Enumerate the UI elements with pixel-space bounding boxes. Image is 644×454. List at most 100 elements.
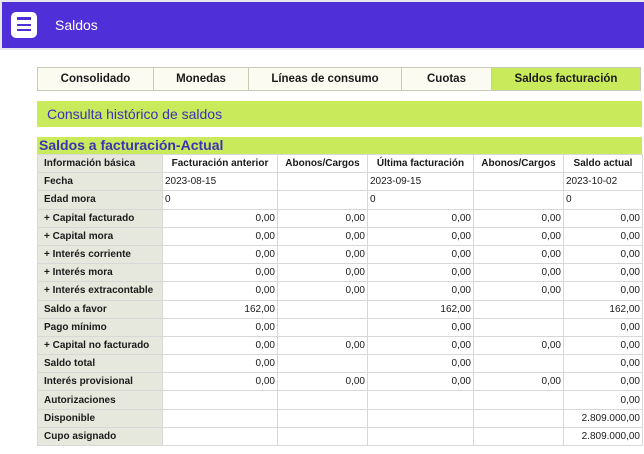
row-label: Autorizaciones xyxy=(37,390,163,410)
table-cell: 0,00 xyxy=(367,244,474,265)
table-cell: 0,00 xyxy=(563,208,643,228)
table-cell: 0,00 xyxy=(563,372,643,392)
table-cell: 0,00 xyxy=(367,263,474,283)
table-cell: 0,00 xyxy=(563,281,643,301)
menu-icon[interactable] xyxy=(11,12,37,38)
table-row: + Capital no facturado 0,00 0,00 0,00 0,00 0,… xyxy=(37,335,643,356)
table-cell: 0,00 xyxy=(162,244,278,265)
row-label: Disponible xyxy=(37,408,163,428)
table-cell: 0,00 xyxy=(162,226,278,246)
table-cell: 0,00 xyxy=(563,354,643,374)
table-cell: 0 xyxy=(162,190,278,210)
row-label: + Capital facturado xyxy=(37,208,163,228)
row-label: Saldo total xyxy=(37,354,163,374)
row-label: + Capital mora xyxy=(37,226,163,246)
table-cell: 0,00 xyxy=(563,317,643,337)
balances-table: Información básica Facturación anterior … xyxy=(37,153,643,447)
table-header-row: Información básica Facturación anterior … xyxy=(37,153,643,174)
table-cell: 0,00 xyxy=(367,335,474,356)
table-cell xyxy=(473,408,564,428)
table-row: + Capital mora 0,00 0,00 0,00 0,00 0,00 xyxy=(37,226,643,246)
table-row: Interés provisional 0,00 0,00 0,00 0,00 0,00 xyxy=(37,372,643,392)
table-cell xyxy=(277,354,368,374)
table-cell: 0,00 xyxy=(367,208,474,228)
table-cell: 0,00 xyxy=(277,208,368,228)
table-cell: 0,00 xyxy=(473,281,564,301)
table-cell: 0,00 xyxy=(563,390,643,410)
table-cell: 0,00 xyxy=(367,281,474,301)
table-cell: 0,00 xyxy=(563,244,643,265)
table-cell: 2023-10-02 xyxy=(563,172,643,192)
row-label: Interés provisional xyxy=(37,372,163,392)
table-cell: 0,00 xyxy=(162,372,278,392)
menu-icon-line xyxy=(17,24,31,26)
table-cell: 162,00 xyxy=(367,299,474,319)
row-label: Edad mora xyxy=(37,190,163,210)
menu-icon-line xyxy=(17,29,31,31)
tab-cuotas[interactable]: Cuotas xyxy=(401,67,491,91)
table-cell xyxy=(277,172,368,192)
table-cell xyxy=(473,317,564,337)
table-cell xyxy=(162,390,278,410)
table-row: + Interés corriente 0,00 0,00 0,00 0,00 0,00 xyxy=(37,244,643,265)
table-cell xyxy=(473,299,564,319)
table-cell xyxy=(473,172,564,192)
table-cell: 162,00 xyxy=(563,299,643,319)
row-label: + Interés corriente xyxy=(37,244,163,265)
table-cell xyxy=(162,426,278,447)
column-header: Saldo actual xyxy=(563,153,643,174)
column-header: Facturación anterior xyxy=(162,153,278,174)
column-header: Información básica xyxy=(37,153,163,174)
table-row: Autorizaciones 0,00 xyxy=(37,390,643,410)
table-row: Saldo a favor 162,00 162,00 162,00 xyxy=(37,299,643,319)
table-cell: 0,00 xyxy=(277,281,368,301)
row-label: + Interés mora xyxy=(37,263,163,283)
table-cell: 0,00 xyxy=(367,317,474,337)
table-cell: 0 xyxy=(367,190,474,210)
table-title: Saldos a facturación-Actual xyxy=(37,137,642,154)
app-header-bar: Saldos xyxy=(2,2,644,48)
table-cell: 0,00 xyxy=(563,335,643,356)
row-label: Fecha xyxy=(37,172,163,192)
tab-saldos-facturacion[interactable]: Saldos facturación xyxy=(491,67,641,91)
table-cell xyxy=(277,299,368,319)
page-title: Saldos xyxy=(55,17,98,33)
table-cell xyxy=(473,426,564,447)
table-row: Saldo total 0,00 0,00 0,00 xyxy=(37,354,643,374)
menu-icon-line xyxy=(17,17,31,20)
tab-consolidado[interactable]: Consolidado xyxy=(37,67,153,91)
table-row: + Capital facturado 0,00 0,00 0,00 0,00 0,00 xyxy=(37,208,643,228)
column-header: Abonos/Cargos xyxy=(277,153,368,174)
row-label: Pago mínimo xyxy=(37,317,163,337)
table-cell xyxy=(277,190,368,210)
table-cell: 0,00 xyxy=(473,226,564,246)
table-cell xyxy=(367,390,474,410)
table-row: Edad mora 0 0 0 xyxy=(37,190,643,210)
table-cell xyxy=(473,190,564,210)
table-cell: 0,00 xyxy=(367,372,474,392)
row-label: + Capital no facturado xyxy=(37,335,163,356)
table-cell: 0,00 xyxy=(367,354,474,374)
tab-monedas[interactable]: Monedas xyxy=(153,67,248,91)
table-cell xyxy=(277,317,368,337)
section-title: Consulta histórico de saldos xyxy=(37,101,642,127)
table-cell: 0,00 xyxy=(563,226,643,246)
table-cell: 0,00 xyxy=(473,244,564,265)
table-row: Fecha 2023-08-15 2023-09-15 2023-10-02 xyxy=(37,172,643,192)
table-row: Cupo asignado 2.809.000,00 xyxy=(37,426,643,447)
table-cell: 0,00 xyxy=(277,335,368,356)
table-row: Pago mínimo 0,00 0,00 0,00 xyxy=(37,317,643,337)
table-cell: 0,00 xyxy=(473,335,564,356)
table-cell: 0,00 xyxy=(563,263,643,283)
table-cell: 0 xyxy=(563,190,643,210)
table-cell: 0,00 xyxy=(277,372,368,392)
table-cell xyxy=(367,408,474,428)
row-label: + Interés extracontable xyxy=(37,281,163,301)
table-cell: 0,00 xyxy=(162,354,278,374)
tab-lineas-de-consumo[interactable]: Líneas de consumo xyxy=(248,67,401,91)
table-cell: 0,00 xyxy=(473,372,564,392)
table-cell: 0,00 xyxy=(162,208,278,228)
table-cell: 0,00 xyxy=(162,281,278,301)
app-header: Saldos xyxy=(0,0,644,50)
table-cell xyxy=(277,408,368,428)
